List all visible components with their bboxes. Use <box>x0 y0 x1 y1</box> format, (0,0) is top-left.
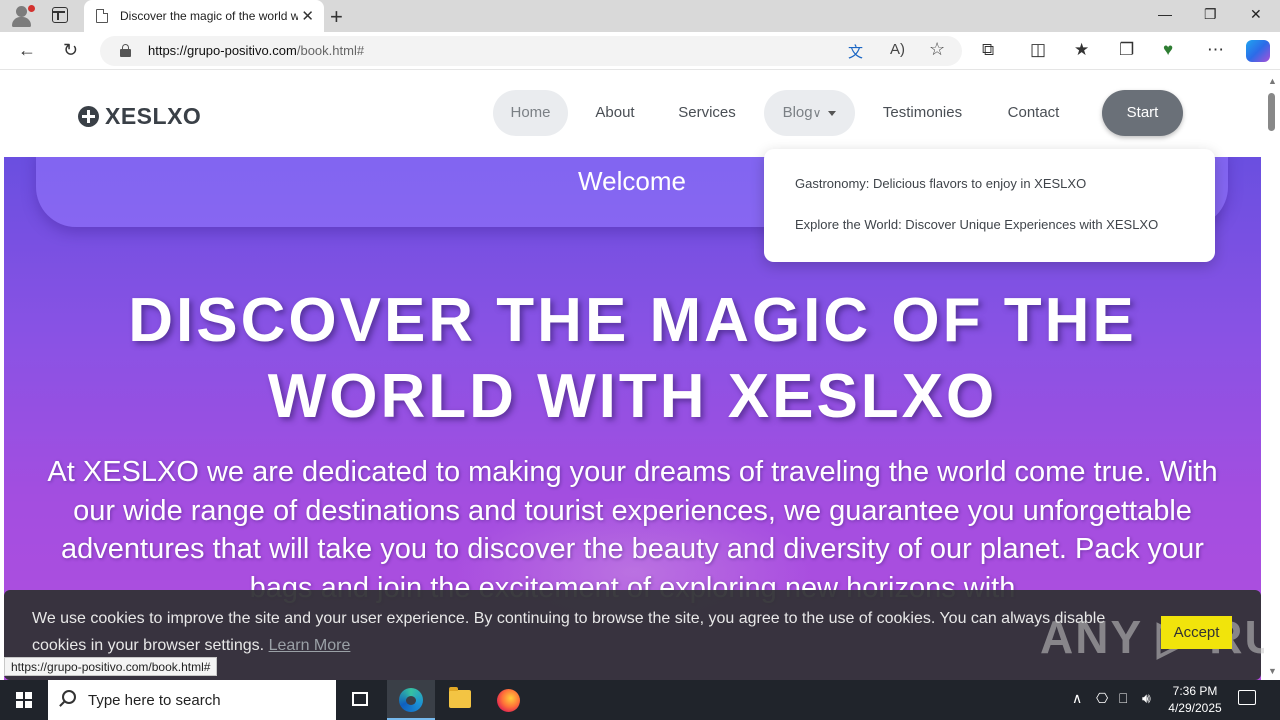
blog-dropdown-menu: Gastronomy: Delicious flavors to enjoy i… <box>764 149 1215 262</box>
clock-date: 4/29/2025 <box>1168 701 1222 715</box>
hero-title: DISCOVER THE MAGIC OF THE WORLD WITH XES… <box>128 286 1137 431</box>
tab-close-icon[interactable]: ✕ <box>301 7 314 25</box>
nav-services[interactable]: Services <box>668 90 746 136</box>
start-button[interactable]: Start <box>1102 90 1183 136</box>
read-aloud-icon[interactable]: A) <box>890 41 905 58</box>
back-arrow-icon[interactable]: ← <box>18 40 36 61</box>
edge-taskbar-button[interactable] <box>387 680 435 720</box>
browser-tab[interactable]: Discover the magic of the world with XES… <box>84 0 324 32</box>
scroll-thumb[interactable] <box>1268 93 1275 131</box>
cookie-text: We use cookies to improve the site and y… <box>32 610 1106 654</box>
device-icon[interactable]: ⎔ <box>1096 690 1108 707</box>
clock-time: 7:36 PM <box>1172 684 1218 698</box>
volume-icon[interactable]: 🔊︎ <box>1142 690 1151 707</box>
refresh-icon[interactable]: ↻ <box>63 40 78 61</box>
copilot-icon[interactable] <box>1246 40 1270 62</box>
cookie-message: We use cookies to improve the site and y… <box>32 605 1142 659</box>
network-icon[interactable]: ⎕ <box>1119 690 1127 707</box>
learn-more-link[interactable]: Learn More <box>269 637 351 654</box>
firefox-icon[interactable] <box>497 689 520 712</box>
address-bar[interactable]: https://grupo-positivo.com/book.html# 文 … <box>100 36 962 66</box>
nav-home[interactable]: Home <box>493 90 568 136</box>
new-tab-button[interactable]: + <box>330 4 343 30</box>
dropdown-item-gastronomy[interactable]: Gastronomy: Delicious flavors to enjoy i… <box>795 176 1086 191</box>
scroll-down-arrow-icon[interactable]: ▼ <box>1268 666 1277 676</box>
favorite-star-icon[interactable]: ☆ <box>929 39 945 60</box>
taskbar-clock[interactable]: 7:36 PM 4/29/2025 <box>1160 683 1230 717</box>
address-toolbar: ← ↻ https://grupo-positivo.com/book.html… <box>0 32 1280 70</box>
more-options-icon[interactable]: ⋯ <box>1207 40 1224 60</box>
hero-description: At XESLXO we are dedicated to making you… <box>47 456 1218 604</box>
search-placeholder: Type here to search <box>88 692 221 709</box>
search-icon <box>62 690 76 704</box>
translate-icon[interactable]: 文 <box>848 41 863 62</box>
page-scrollbar[interactable]: ▲ ▼ <box>1264 71 1280 680</box>
nav-testimonies[interactable]: Testimonies <box>874 90 971 136</box>
site-header: XESLXO Home About Services Blog∨ Testimo… <box>0 71 1264 157</box>
chevron-down-icon: ∨ <box>812 106 822 120</box>
window-close-button[interactable]: ✕ <box>1250 6 1262 23</box>
scroll-up-arrow-icon[interactable]: ▲ <box>1268 76 1277 86</box>
windows-taskbar: Type here to search <box>0 680 1280 720</box>
url-text[interactable]: https://grupo-positivo.com/book.html# <box>148 43 364 58</box>
nav-about[interactable]: About <box>584 90 646 136</box>
collections-icon[interactable]: ❐ <box>1119 40 1134 60</box>
file-explorer-icon[interactable] <box>449 687 471 708</box>
caret-down-icon <box>828 110 837 116</box>
page-favicon-icon <box>96 9 108 23</box>
tab-actions-icon[interactable] <box>52 7 68 23</box>
status-bar-url: https://grupo-positivo.com/book.html# <box>4 657 218 676</box>
task-view-icon[interactable] <box>352 692 368 706</box>
plus-circle-icon <box>78 106 99 127</box>
accept-cookies-button[interactable]: Accept <box>1161 616 1232 649</box>
browser-tab-bar: Discover the magic of the world with XES… <box>0 0 1280 32</box>
windows-start-icon[interactable] <box>16 692 32 708</box>
dropdown-item-explore-world[interactable]: Explore the World: Discover Unique Exper… <box>795 217 1158 232</box>
favorites-icon[interactable]: ★ <box>1074 40 1089 60</box>
anyrun-watermark: ANY ▷ RUN <box>1040 611 1280 663</box>
page-viewport: XESLXO Home About Services Blog∨ Testimo… <box>0 71 1280 680</box>
nav-blog-label: Blog <box>782 104 813 121</box>
profile-icon[interactable] <box>10 5 35 27</box>
nav-blog[interactable]: Blog∨ <box>764 90 855 136</box>
lock-icon[interactable] <box>120 44 131 57</box>
nav-contact[interactable]: Contact <box>998 90 1069 136</box>
maximize-button[interactable]: ❐ <box>1204 6 1217 23</box>
browser-essentials-icon[interactable]: ♥ <box>1163 40 1173 60</box>
minimize-button[interactable]: — <box>1158 6 1172 22</box>
logo-text: XESLXO <box>105 103 202 129</box>
edge-icon <box>399 688 423 712</box>
notification-icon[interactable] <box>1238 690 1256 705</box>
show-hidden-icons-chevron-icon[interactable]: ∧ <box>1072 690 1082 707</box>
tab-title: Discover the magic of the world with XES… <box>120 9 298 23</box>
site-logo[interactable]: XESLXO <box>78 103 201 130</box>
split-screen-icon[interactable]: ◫ <box>1030 40 1046 60</box>
extensions-icon[interactable]: ⧉ <box>982 40 994 60</box>
taskbar-search-box[interactable]: Type here to search <box>48 680 336 720</box>
